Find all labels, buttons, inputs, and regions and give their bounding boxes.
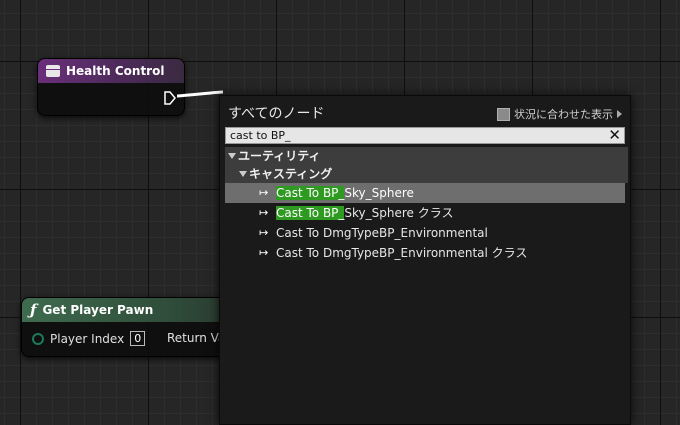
match-highlight: Cast To BP_ xyxy=(276,206,345,220)
cast-node-icon: ↦ xyxy=(259,206,269,219)
player-index-pin-row: Player Index 0 xyxy=(32,331,146,346)
list-item-cast-sky-sphere[interactable]: ↦ Cast To BP_Sky_Sphere xyxy=(225,183,625,203)
category-utilities[interactable]: ユーティリティ xyxy=(225,147,628,165)
function-icon: ƒ xyxy=(30,301,37,319)
list-item-cast-dmgtype[interactable]: ↦ Cast To DmgTypeBP_Environmental xyxy=(225,223,625,243)
cast-node-icon: ↦ xyxy=(259,186,269,199)
menu-header: すべてのノード 状況に合わせた表示 xyxy=(220,96,630,126)
node-title: Health Control xyxy=(66,64,165,78)
node-header: ƒ Get Player Pawn xyxy=(22,298,232,322)
pin-label: Player Index xyxy=(50,331,125,346)
list-item-cast-dmgtype-class[interactable]: ↦ Cast To DmgTypeBP_Environmental クラス xyxy=(225,243,625,263)
list-item-cast-sky-sphere-class[interactable]: ↦ Cast To BP_Sky_Sphere クラス xyxy=(225,203,625,223)
match-highlight: Cast To BP_ xyxy=(276,186,345,200)
context-label: 状況に合わせた表示 xyxy=(514,108,613,121)
return-value-label: Return Va xyxy=(167,331,226,345)
expand-triangle-icon xyxy=(239,171,247,177)
exec-output-pin[interactable] xyxy=(164,91,176,105)
action-menu: すべてのノード 状況に合わせた表示 ✕ ユーティリティ キャスティング ↦ Ca… xyxy=(219,95,631,425)
category-casting[interactable]: キャスティング xyxy=(225,165,628,183)
expand-triangle-icon xyxy=(228,153,236,159)
search-box[interactable]: ✕ xyxy=(225,126,625,144)
context-sensitive-toggle[interactable]: 状況に合わせた表示 xyxy=(497,106,622,122)
get-player-pawn-node[interactable]: ƒ Get Player Pawn Player Index 0 Return … xyxy=(21,297,233,357)
close-icon[interactable]: ✕ xyxy=(608,126,621,144)
input-pin-icon[interactable] xyxy=(32,332,44,345)
node-header: Health Control xyxy=(38,59,184,83)
search-input[interactable] xyxy=(226,128,604,143)
menu-title: すべてのノード xyxy=(228,106,325,122)
exec-wire xyxy=(177,90,223,98)
checkbox-icon[interactable] xyxy=(497,107,510,121)
node-title: Get Player Pawn xyxy=(42,303,154,317)
chevron-right-icon xyxy=(617,110,622,118)
player-index-input[interactable]: 0 xyxy=(130,331,146,346)
health-control-node[interactable]: Health Control xyxy=(37,58,185,116)
cast-node-icon: ↦ xyxy=(259,246,269,259)
cast-node-icon: ↦ xyxy=(259,226,269,239)
macro-icon xyxy=(46,65,60,77)
